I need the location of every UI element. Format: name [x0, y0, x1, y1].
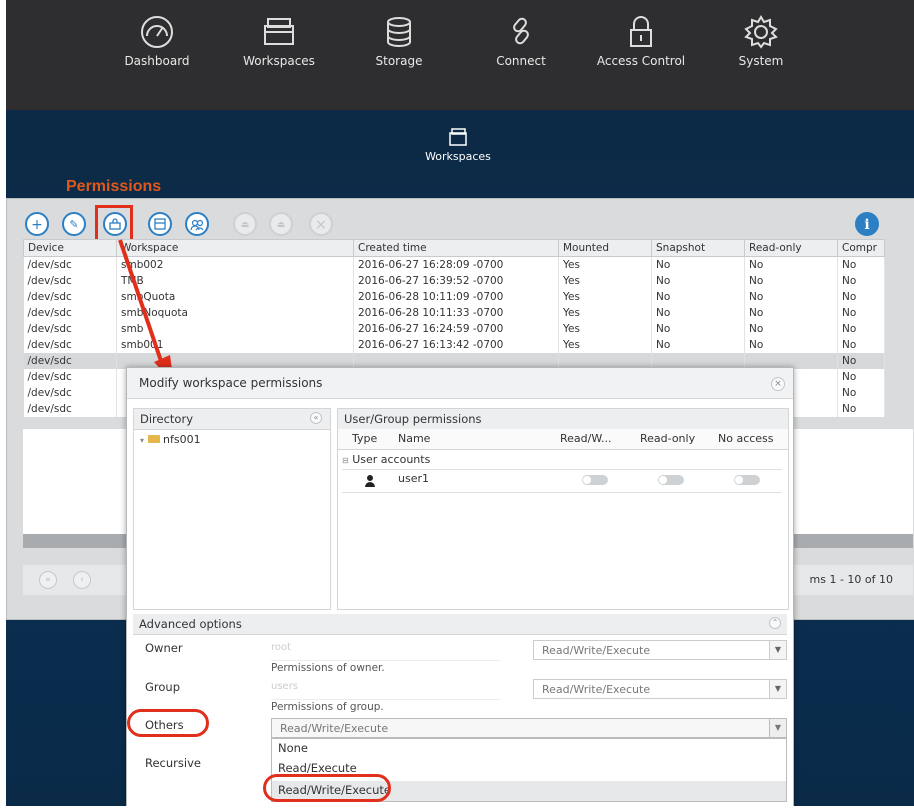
others-highlight-oval: [127, 709, 209, 737]
owner-input[interactable]: root: [271, 642, 501, 661]
user-group-permissions-pane: User/Group permissions Type Name Read/W.…: [337, 408, 789, 610]
advanced-options: Advanced options ⌃ Owner root Permission…: [127, 614, 787, 804]
directory-header-label: Directory: [140, 412, 194, 426]
user-name: user1: [398, 472, 429, 485]
tree-expander-icon[interactable]: ▾: [140, 436, 144, 445]
user-icon: [365, 475, 375, 487]
owner-select-value: Read/Write/Execute: [542, 644, 651, 657]
group-permissions-select[interactable]: Read/Write/Execute ▼: [533, 679, 787, 699]
folder-icon: [147, 435, 160, 443]
user-accounts-group[interactable]: ⊟ User accounts: [342, 453, 430, 466]
others-select-value: Read/Write/Execute: [280, 722, 389, 735]
app-frame: Dashboard Workspaces Storage Connect Acc…: [6, 0, 914, 806]
col-no-access[interactable]: No access: [718, 432, 774, 445]
close-icon[interactable]: ×: [771, 377, 785, 391]
group-expander-icon[interactable]: ⊟: [342, 456, 349, 465]
col-name[interactable]: Name: [398, 432, 430, 445]
directory-pane-header: Directory «: [134, 409, 330, 430]
group-label: Group: [145, 680, 181, 694]
ug-columns-header: Type Name Read/W... Read-only No access: [338, 429, 788, 450]
chevron-down-icon: ▼: [769, 719, 786, 737]
option-read-execute[interactable]: Read/Execute: [278, 761, 357, 775]
tree-item-nfs001[interactable]: ▾ nfs001: [140, 433, 201, 446]
collapse-icon[interactable]: «: [310, 412, 322, 424]
modify-permissions-dialog: Modify workspace permissions × Directory…: [126, 367, 794, 806]
user-row[interactable]: user1: [342, 469, 782, 493]
dialog-header: Modify workspace permissions ×: [127, 368, 793, 399]
col-read-only[interactable]: Read-only: [640, 432, 695, 445]
collapse-icon[interactable]: ⌃: [769, 617, 781, 629]
directory-pane: Directory « ▾ nfs001: [133, 408, 331, 610]
owner-permissions-select[interactable]: Read/Write/Execute ▼: [533, 640, 787, 660]
col-type[interactable]: Type: [352, 432, 377, 445]
group-hint: Permissions of group.: [271, 701, 384, 713]
tree-item-label: nfs001: [163, 433, 201, 446]
owner-label: Owner: [145, 641, 183, 655]
read-only-toggle[interactable]: [658, 475, 684, 485]
others-permissions-select[interactable]: Read/Write/Execute ▼: [271, 718, 787, 738]
user-accounts-label: User accounts: [352, 453, 431, 466]
rwx-highlight-oval: [263, 774, 391, 802]
recursive-label: Recursive: [145, 756, 201, 770]
advanced-options-header[interactable]: Advanced options ⌃: [133, 614, 787, 635]
owner-hint: Permissions of owner.: [271, 662, 385, 674]
advanced-options-label: Advanced options: [139, 617, 242, 631]
dialog-title: Modify workspace permissions: [139, 376, 323, 390]
read-write-toggle[interactable]: [582, 475, 608, 485]
chevron-down-icon: ▼: [769, 641, 786, 659]
ug-pane-header: User/Group permissions: [338, 409, 788, 430]
chevron-down-icon: ▼: [769, 680, 786, 698]
option-none[interactable]: None: [278, 741, 308, 755]
group-input[interactable]: users: [271, 681, 501, 700]
group-select-value: Read/Write/Execute: [542, 683, 651, 696]
no-access-toggle[interactable]: [734, 475, 760, 485]
ug-header-label: User/Group permissions: [344, 412, 482, 426]
col-read-write[interactable]: Read/W...: [560, 432, 611, 445]
